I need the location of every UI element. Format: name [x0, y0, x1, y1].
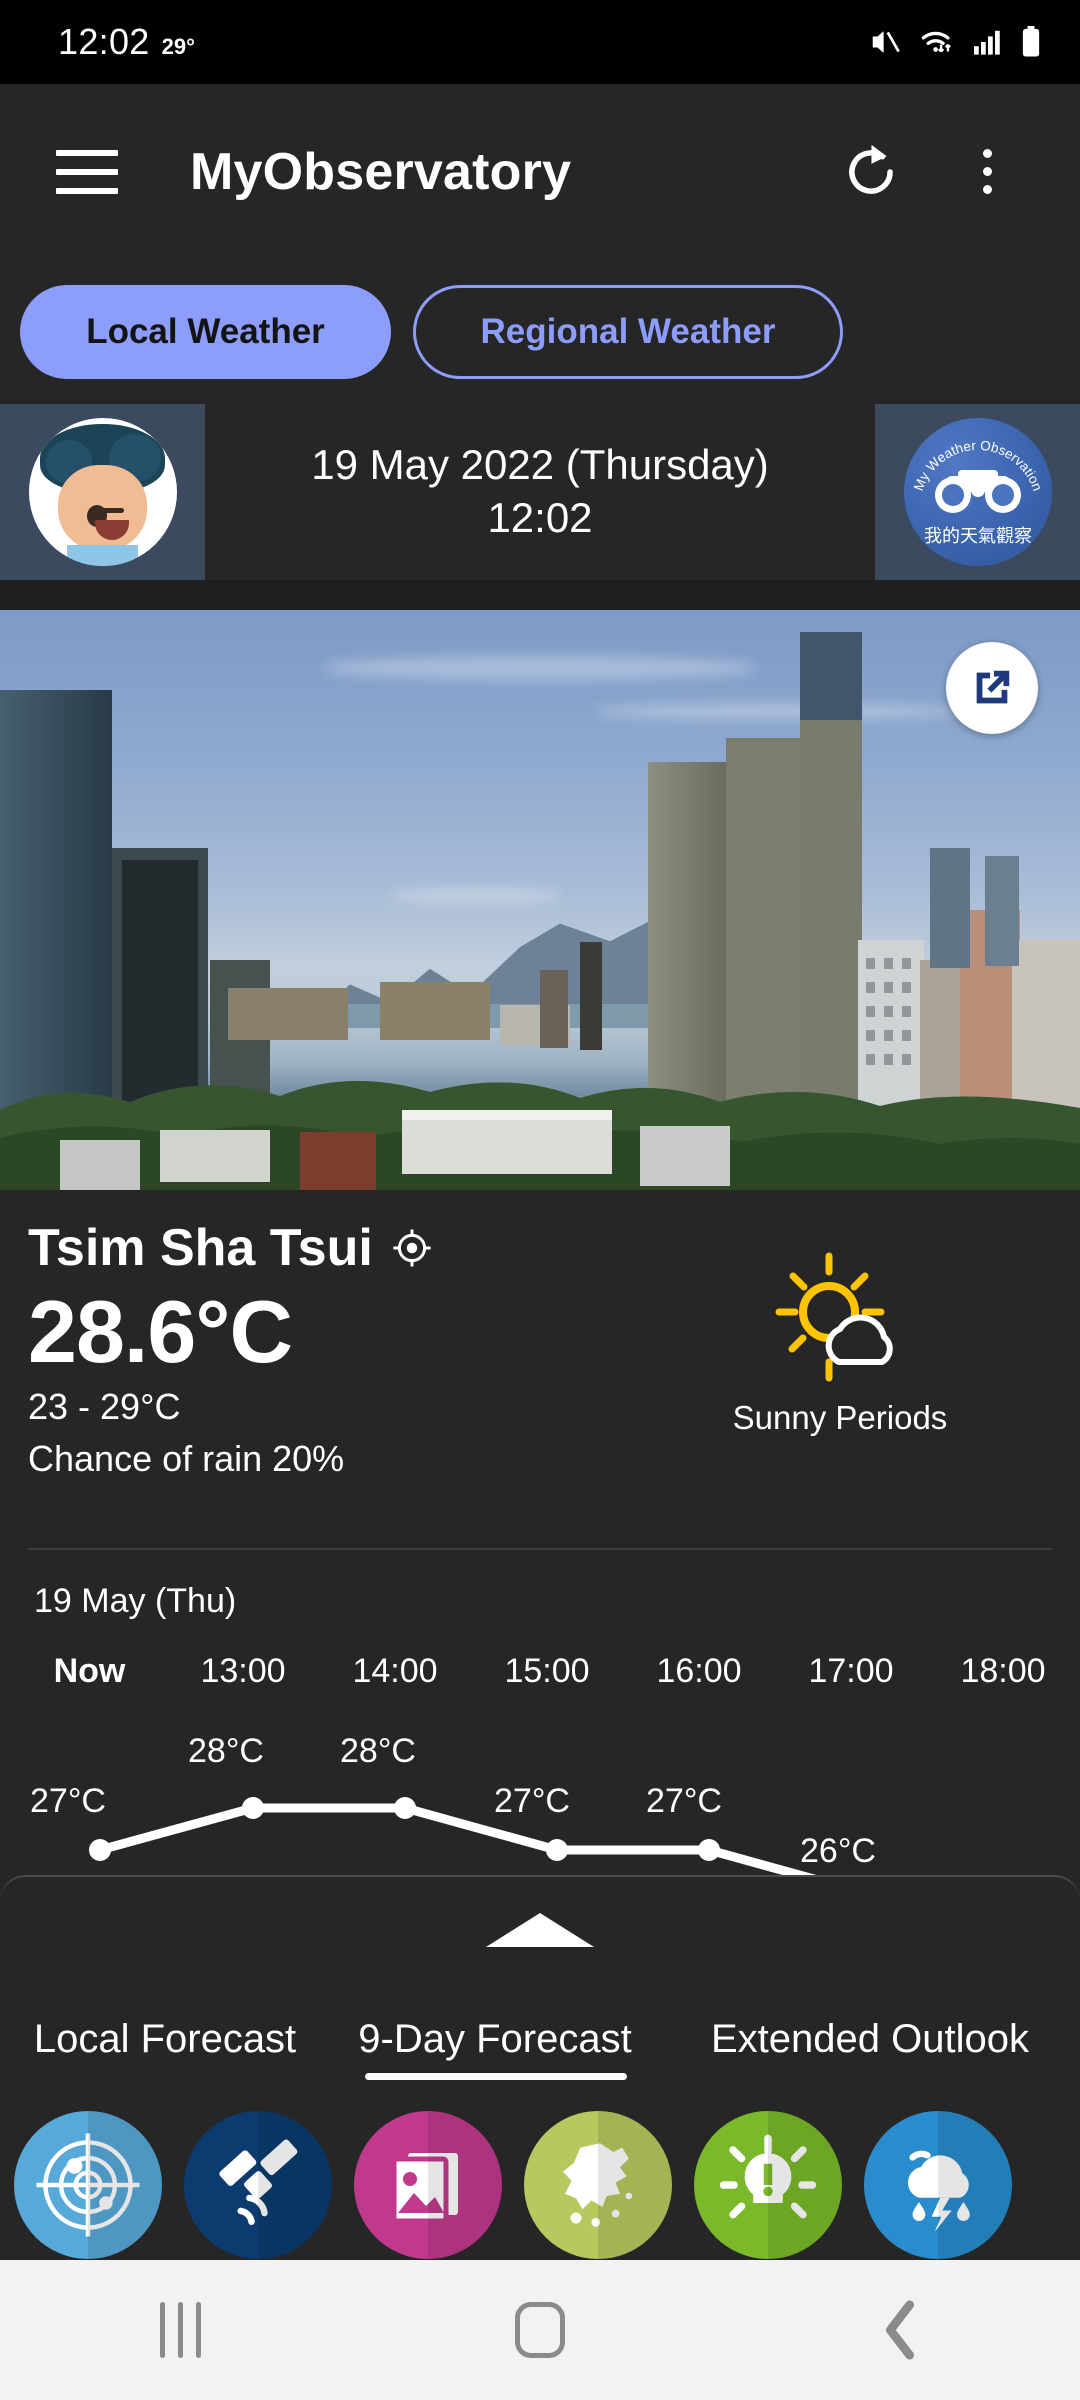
condition-block: Sunny Periods [690, 1250, 990, 1437]
tips-lightbulb-icon[interactable] [694, 2111, 842, 2259]
date-strip: 19 May 2022 (Thursday) 12:02 My Weather … [0, 404, 1080, 580]
hourly-time: 18:00 [960, 1652, 1046, 1690]
app-bar: MyObservatory [0, 84, 1080, 259]
page-title: MyObservatory [190, 142, 572, 201]
drag-handle-up-icon[interactable] [486, 1913, 594, 1947]
hourly-temp-label: 28°C [340, 1732, 416, 1770]
weather-scope-tabs: Local Weather Regional Weather [0, 259, 1080, 404]
satellite-icon[interactable] [184, 2111, 332, 2259]
status-time: 12:02 [58, 21, 150, 62]
icon-shadow [428, 2111, 502, 2259]
avatar-body [66, 545, 138, 566]
sun-behind-cloud-icon [775, 1252, 893, 1382]
hourly-date-label: 19 May (Thu) [34, 1582, 237, 1620]
refresh-icon[interactable] [836, 137, 906, 207]
my-weather-observation-badge[interactable]: My Weather Observation 我的天氣觀察 [903, 418, 1052, 566]
icon-shadow [598, 2111, 672, 2259]
current-weather-panel: Tsim Sha Tsui 28.6°C 23 - 29°C Chance of… [0, 1190, 1080, 1560]
more-vertical-icon[interactable] [952, 137, 1022, 207]
home-icon[interactable] [480, 2285, 600, 2375]
hourly-time: 17:00 [808, 1652, 894, 1690]
status-temperature: 29° [161, 34, 195, 59]
hourly-temp-label: 27°C [30, 1782, 106, 1820]
share-photo-button[interactable] [946, 642, 1038, 734]
hourly-temp-label: 27°C [646, 1782, 722, 1820]
hourly-time: 15:00 [504, 1652, 590, 1690]
chance-of-rain: Chance of rain 20% [28, 1437, 345, 1479]
mute-icon [868, 27, 902, 57]
status-bar: 12:02 29° [0, 0, 1080, 84]
icon-shadow [88, 2111, 162, 2259]
selected-tab-underline [365, 2073, 627, 2080]
hourly-forecast-chart[interactable]: 19 May (Thu) Now 13:00 14:00 15:00 16:00… [0, 1560, 1080, 1920]
hourly-temp-label: 28°C [188, 1732, 264, 1770]
signal-icon [972, 28, 1004, 56]
forecast-tabs: Local Forecast 9-Day Forecast Extended O… [0, 2017, 1080, 2062]
icon-shadow [258, 2111, 332, 2259]
skyline-buildings [0, 632, 1080, 1190]
app-bar-actions [836, 137, 1080, 207]
tab-local-weather[interactable]: Local Weather [20, 284, 391, 379]
badge-art: My Weather Observation 我的天氣觀察 [910, 438, 1044, 546]
quick-access-icon-row [0, 2110, 1080, 2260]
current-date: 19 May 2022 (Thursday) [311, 441, 769, 489]
radar-icon[interactable] [14, 2111, 162, 2259]
avatar-panel [0, 404, 205, 580]
icon-shadow [768, 2111, 842, 2259]
observation-panel: My Weather Observation 我的天氣觀察 [875, 404, 1080, 580]
phone-screen: 12:02 29° MyObservatory Local Weather Re… [0, 0, 1080, 2400]
hourly-temp-label: 27°C [494, 1782, 570, 1820]
external-link-icon [976, 670, 1010, 704]
tab-9-day-forecast[interactable]: 9-Day Forecast [330, 2017, 660, 2062]
section-divider [28, 1548, 1052, 1550]
recents-icon[interactable] [120, 2285, 240, 2375]
hourly-time: 16:00 [656, 1652, 742, 1690]
character-avatar[interactable] [28, 418, 177, 566]
hourly-temp-label: 26°C [800, 1832, 876, 1870]
current-time: 12:02 [487, 494, 593, 541]
hamburger-menu-icon[interactable] [56, 149, 118, 194]
webcam-cityscape-photo[interactable] [0, 610, 1080, 1190]
photos-icon[interactable] [354, 2111, 502, 2259]
icon-shadow [938, 2111, 1012, 2259]
avatar-eye-right [99, 508, 124, 514]
back-icon[interactable] [840, 2285, 960, 2375]
wifi-icon [918, 27, 956, 57]
status-bar-icons [868, 26, 1080, 58]
hourly-time: 14:00 [352, 1652, 438, 1690]
hourly-time: 13:00 [200, 1652, 286, 1690]
tab-local-forecast[interactable]: Local Forecast [0, 2017, 330, 2062]
svg-text:我的天氣觀察: 我的天氣觀察 [924, 526, 1032, 546]
status-bar-left: 12:02 29° [0, 21, 195, 63]
android-nav-bar [0, 2260, 1080, 2400]
hongkong-map-icon[interactable] [524, 2111, 672, 2259]
hourly-time-axis: Now 13:00 14:00 15:00 16:00 17:00 18:00 [0, 1652, 1080, 1691]
date-time-block: 19 May 2022 (Thursday) 12:02 [205, 439, 875, 545]
condition-text: Sunny Periods [732, 1399, 948, 1436]
location-name: Tsim Sha Tsui [28, 1219, 373, 1277]
avatar-mouth [94, 520, 129, 541]
tab-regional-weather[interactable]: Regional Weather [413, 284, 843, 379]
avatar-face [58, 465, 147, 552]
tab-extended-outlook[interactable]: Extended Outlook [660, 2017, 1080, 2062]
hourly-time: Now [53, 1652, 126, 1690]
rainstorm-icon[interactable] [864, 2111, 1012, 2259]
battery-icon [1020, 26, 1042, 58]
crosshair-location-icon[interactable] [391, 1227, 433, 1269]
